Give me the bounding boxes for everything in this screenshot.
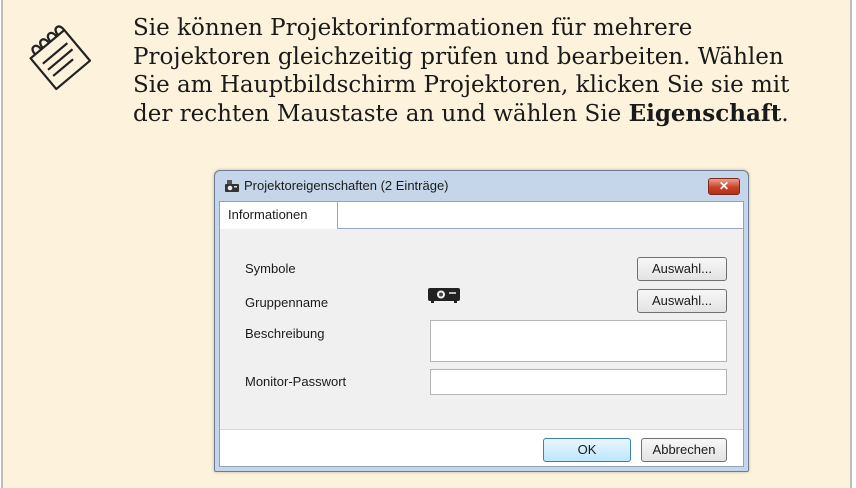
dialog-footer: OK Abbrechen: [220, 429, 743, 466]
monitor-password-label: Monitor-Passwort: [245, 374, 347, 389]
close-button[interactable]: ✕: [708, 178, 740, 195]
note-box: Sie können Projektorinformationen für me…: [1, 0, 852, 488]
cancel-button[interactable]: Abbrechen: [641, 438, 727, 462]
description-field[interactable]: [430, 320, 727, 362]
dialog-client-area: Informationen Symbole Auswahl... Gruppen…: [219, 201, 744, 467]
note-pad-icon: [29, 25, 92, 91]
note-bold-term: Eigenschaft: [628, 99, 782, 127]
group-name-label: Gruppenname: [245, 295, 329, 310]
dialog-titlebar[interactable]: Projektoreigenschaften (2 Einträge) ✕: [215, 171, 748, 201]
symbol-select-button[interactable]: Auswahl...: [637, 257, 727, 281]
dialog-title: Projektoreigenschaften (2 Einträge): [244, 178, 449, 193]
group-select-button[interactable]: Auswahl...: [637, 289, 727, 313]
close-icon: ✕: [718, 179, 730, 193]
description-label: Beschreibung: [245, 326, 325, 341]
note-text: Sie können Projektorinformationen für me…: [133, 14, 823, 128]
note-text-part2: .: [781, 100, 789, 127]
informationen-panel: Symbole Auswahl... Gruppenname Auswahl..…: [220, 229, 743, 429]
projector-properties-dialog: Projektoreigenschaften (2 Einträge) ✕ In…: [214, 170, 749, 472]
symbol-label: Symbole: [245, 261, 296, 276]
projector-dialog-icon: [225, 180, 239, 192]
ok-button[interactable]: OK: [543, 438, 631, 462]
tab-informationen[interactable]: Informationen: [220, 202, 338, 229]
monitor-password-field[interactable]: [430, 369, 727, 395]
projector-icon: [428, 288, 460, 303]
